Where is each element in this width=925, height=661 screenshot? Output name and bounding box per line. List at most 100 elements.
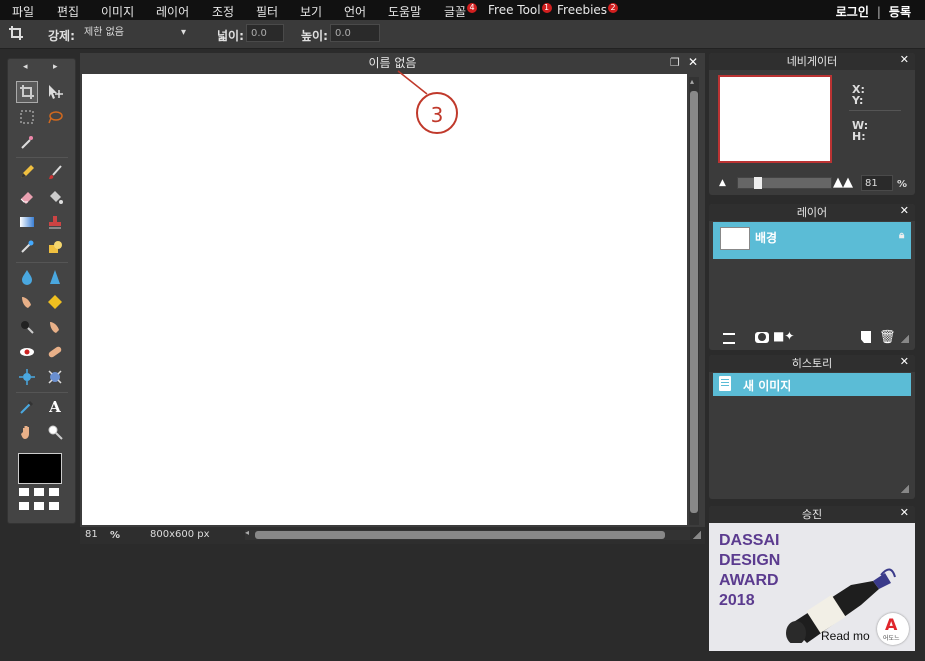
- bandage-icon: [48, 346, 62, 358]
- red-eye-tool[interactable]: [16, 341, 38, 363]
- register-link[interactable]: 등록: [889, 5, 911, 19]
- menu-filter[interactable]: 필터: [256, 3, 278, 20]
- tool-grid-icon[interactable]: [19, 488, 63, 514]
- close-icon[interactable]: ✕: [688, 55, 698, 69]
- lock-icon[interactable]: 🔒︎: [899, 230, 904, 241]
- history-item-label: 새 이미지: [743, 379, 792, 393]
- menu-layer[interactable]: 레이어: [156, 3, 189, 20]
- horizontal-scroll-thumb[interactable]: [255, 531, 665, 539]
- promo-title: 승진: [709, 506, 915, 523]
- canvas[interactable]: [82, 74, 687, 525]
- type-tool[interactable]: A: [44, 396, 66, 418]
- menu-view[interactable]: 보기: [300, 3, 322, 20]
- magnifier-icon: [48, 425, 63, 440]
- layers-resize-icon[interactable]: [901, 335, 909, 343]
- eraser-tool[interactable]: [16, 186, 38, 208]
- scroll-up-icon[interactable]: ▴: [690, 77, 694, 86]
- ad-read-more[interactable]: Read mo: [821, 629, 870, 643]
- login-link[interactable]: 로그인: [836, 5, 869, 19]
- navigator-zoom-thumb[interactable]: [754, 177, 762, 189]
- crop-tool[interactable]: [16, 81, 38, 103]
- layer-settings-icon[interactable]: [723, 333, 735, 344]
- toolbox-collapse-right-icon[interactable]: ▸: [53, 62, 58, 72]
- color-swatch[interactable]: [18, 453, 62, 484]
- paint-bucket-tool[interactable]: [44, 186, 66, 208]
- navigator-preview[interactable]: [718, 75, 832, 163]
- sharpen-tool[interactable]: [44, 266, 66, 288]
- bloat-tool[interactable]: [16, 366, 38, 388]
- history-resize-icon[interactable]: [901, 485, 909, 493]
- layer-mask-icon[interactable]: [755, 332, 769, 343]
- zoom-value[interactable]: 81: [85, 529, 98, 540]
- spot-heal-tool[interactable]: [44, 341, 66, 363]
- navigator-panel: 네비게이터 ✕ X: Y: W: H: ▲ ▲▲ 81 %: [709, 53, 915, 195]
- marquee-tool[interactable]: [16, 106, 38, 128]
- height-label: 높이:: [301, 29, 328, 43]
- restore-icon[interactable]: ❐: [670, 56, 680, 69]
- menu-freebies-label: Freebies: [557, 3, 608, 17]
- zoom-out-icon[interactable]: ▲: [719, 178, 726, 188]
- zoom-in-icon[interactable]: ▲▲: [833, 175, 853, 190]
- layers-footer: ■✦ 🗑︎: [709, 327, 915, 350]
- navigator-close-icon[interactable]: ✕: [900, 53, 909, 66]
- scroll-left-icon[interactable]: ◂: [245, 528, 249, 537]
- height-input[interactable]: 0.0: [330, 24, 380, 42]
- navigator-zoom-slider[interactable]: [737, 177, 832, 189]
- constraint-select[interactable]: 제한 없음 ▾: [80, 24, 190, 42]
- smudge-tool[interactable]: [16, 291, 38, 313]
- promo-ad[interactable]: DASSAI DESIGN AWARD 2018 Read mo A 어도느: [709, 523, 915, 651]
- layers-close-icon[interactable]: ✕: [900, 204, 909, 217]
- promo-close-icon[interactable]: ✕: [900, 506, 909, 519]
- history-close-icon[interactable]: ✕: [900, 355, 909, 368]
- menu-image[interactable]: 이미지: [101, 3, 134, 20]
- navigator-zoom-input[interactable]: 81: [861, 175, 893, 191]
- history-panel: 히스토리 ✕ 새 이미지: [709, 355, 915, 499]
- new-layer-icon[interactable]: [861, 331, 871, 343]
- hand-icon: [21, 426, 29, 439]
- zoom-unit: %: [110, 530, 121, 541]
- menu-free-tool[interactable]: Free Tool 1: [488, 3, 552, 17]
- gradient-tool[interactable]: [16, 211, 38, 233]
- menu-adjust[interactable]: 조정: [212, 3, 234, 20]
- pinch-tool[interactable]: [44, 366, 66, 388]
- magic-wand-tool[interactable]: [16, 131, 38, 153]
- sponge-tool[interactable]: [44, 291, 66, 313]
- constraint-label: 강제:: [48, 29, 75, 43]
- layer-row[interactable]: 배경 🔒︎: [713, 222, 911, 259]
- history-item[interactable]: 새 이미지: [713, 373, 911, 396]
- color-picker-tool[interactable]: [16, 396, 38, 418]
- horizontal-scrollbar[interactable]: ◂: [245, 528, 690, 540]
- hand-tool[interactable]: [16, 421, 38, 443]
- ad-logo-text: 어도느: [883, 635, 900, 642]
- menu-file[interactable]: 파일: [12, 3, 34, 20]
- clone-stamp-tool[interactable]: [44, 211, 66, 233]
- color-replace-tool[interactable]: [16, 236, 38, 258]
- menu-help[interactable]: 도움말: [388, 3, 421, 20]
- menu-language[interactable]: 언어: [344, 3, 366, 20]
- vertical-scrollbar[interactable]: ▴: [689, 77, 699, 525]
- zoom-tool[interactable]: [44, 421, 66, 443]
- clone-stamp-icon: [49, 216, 61, 229]
- brush-tool[interactable]: [44, 161, 66, 183]
- move-tool[interactable]: [44, 81, 66, 103]
- trash-icon[interactable]: 🗑︎: [879, 330, 896, 345]
- menu-free-tool-label: Free Tool: [488, 3, 541, 17]
- layer-effects-icon[interactable]: ■✦: [773, 329, 794, 343]
- blur-tool[interactable]: [16, 266, 38, 288]
- brush-icon: [49, 165, 62, 179]
- drawing-icon: [49, 241, 62, 253]
- toolbox-collapse-left-icon[interactable]: ◂: [23, 62, 28, 72]
- layers-title: 레이어: [709, 204, 915, 221]
- menu-freebies[interactable]: Freebies 2: [557, 3, 619, 17]
- menu-edit[interactable]: 편집: [57, 3, 79, 20]
- lasso-tool[interactable]: [44, 106, 66, 128]
- dodge-tool[interactable]: [44, 316, 66, 338]
- pencil-tool[interactable]: [16, 161, 38, 183]
- vertical-scroll-thumb[interactable]: [690, 91, 698, 513]
- paint-bucket-icon: [50, 191, 63, 204]
- menu-fonts[interactable]: 글꼴 4: [444, 3, 478, 20]
- burn-tool[interactable]: [16, 316, 38, 338]
- drawing-tool[interactable]: [44, 236, 66, 258]
- width-input[interactable]: 0.0: [246, 24, 284, 42]
- resize-handle-icon[interactable]: [693, 531, 701, 539]
